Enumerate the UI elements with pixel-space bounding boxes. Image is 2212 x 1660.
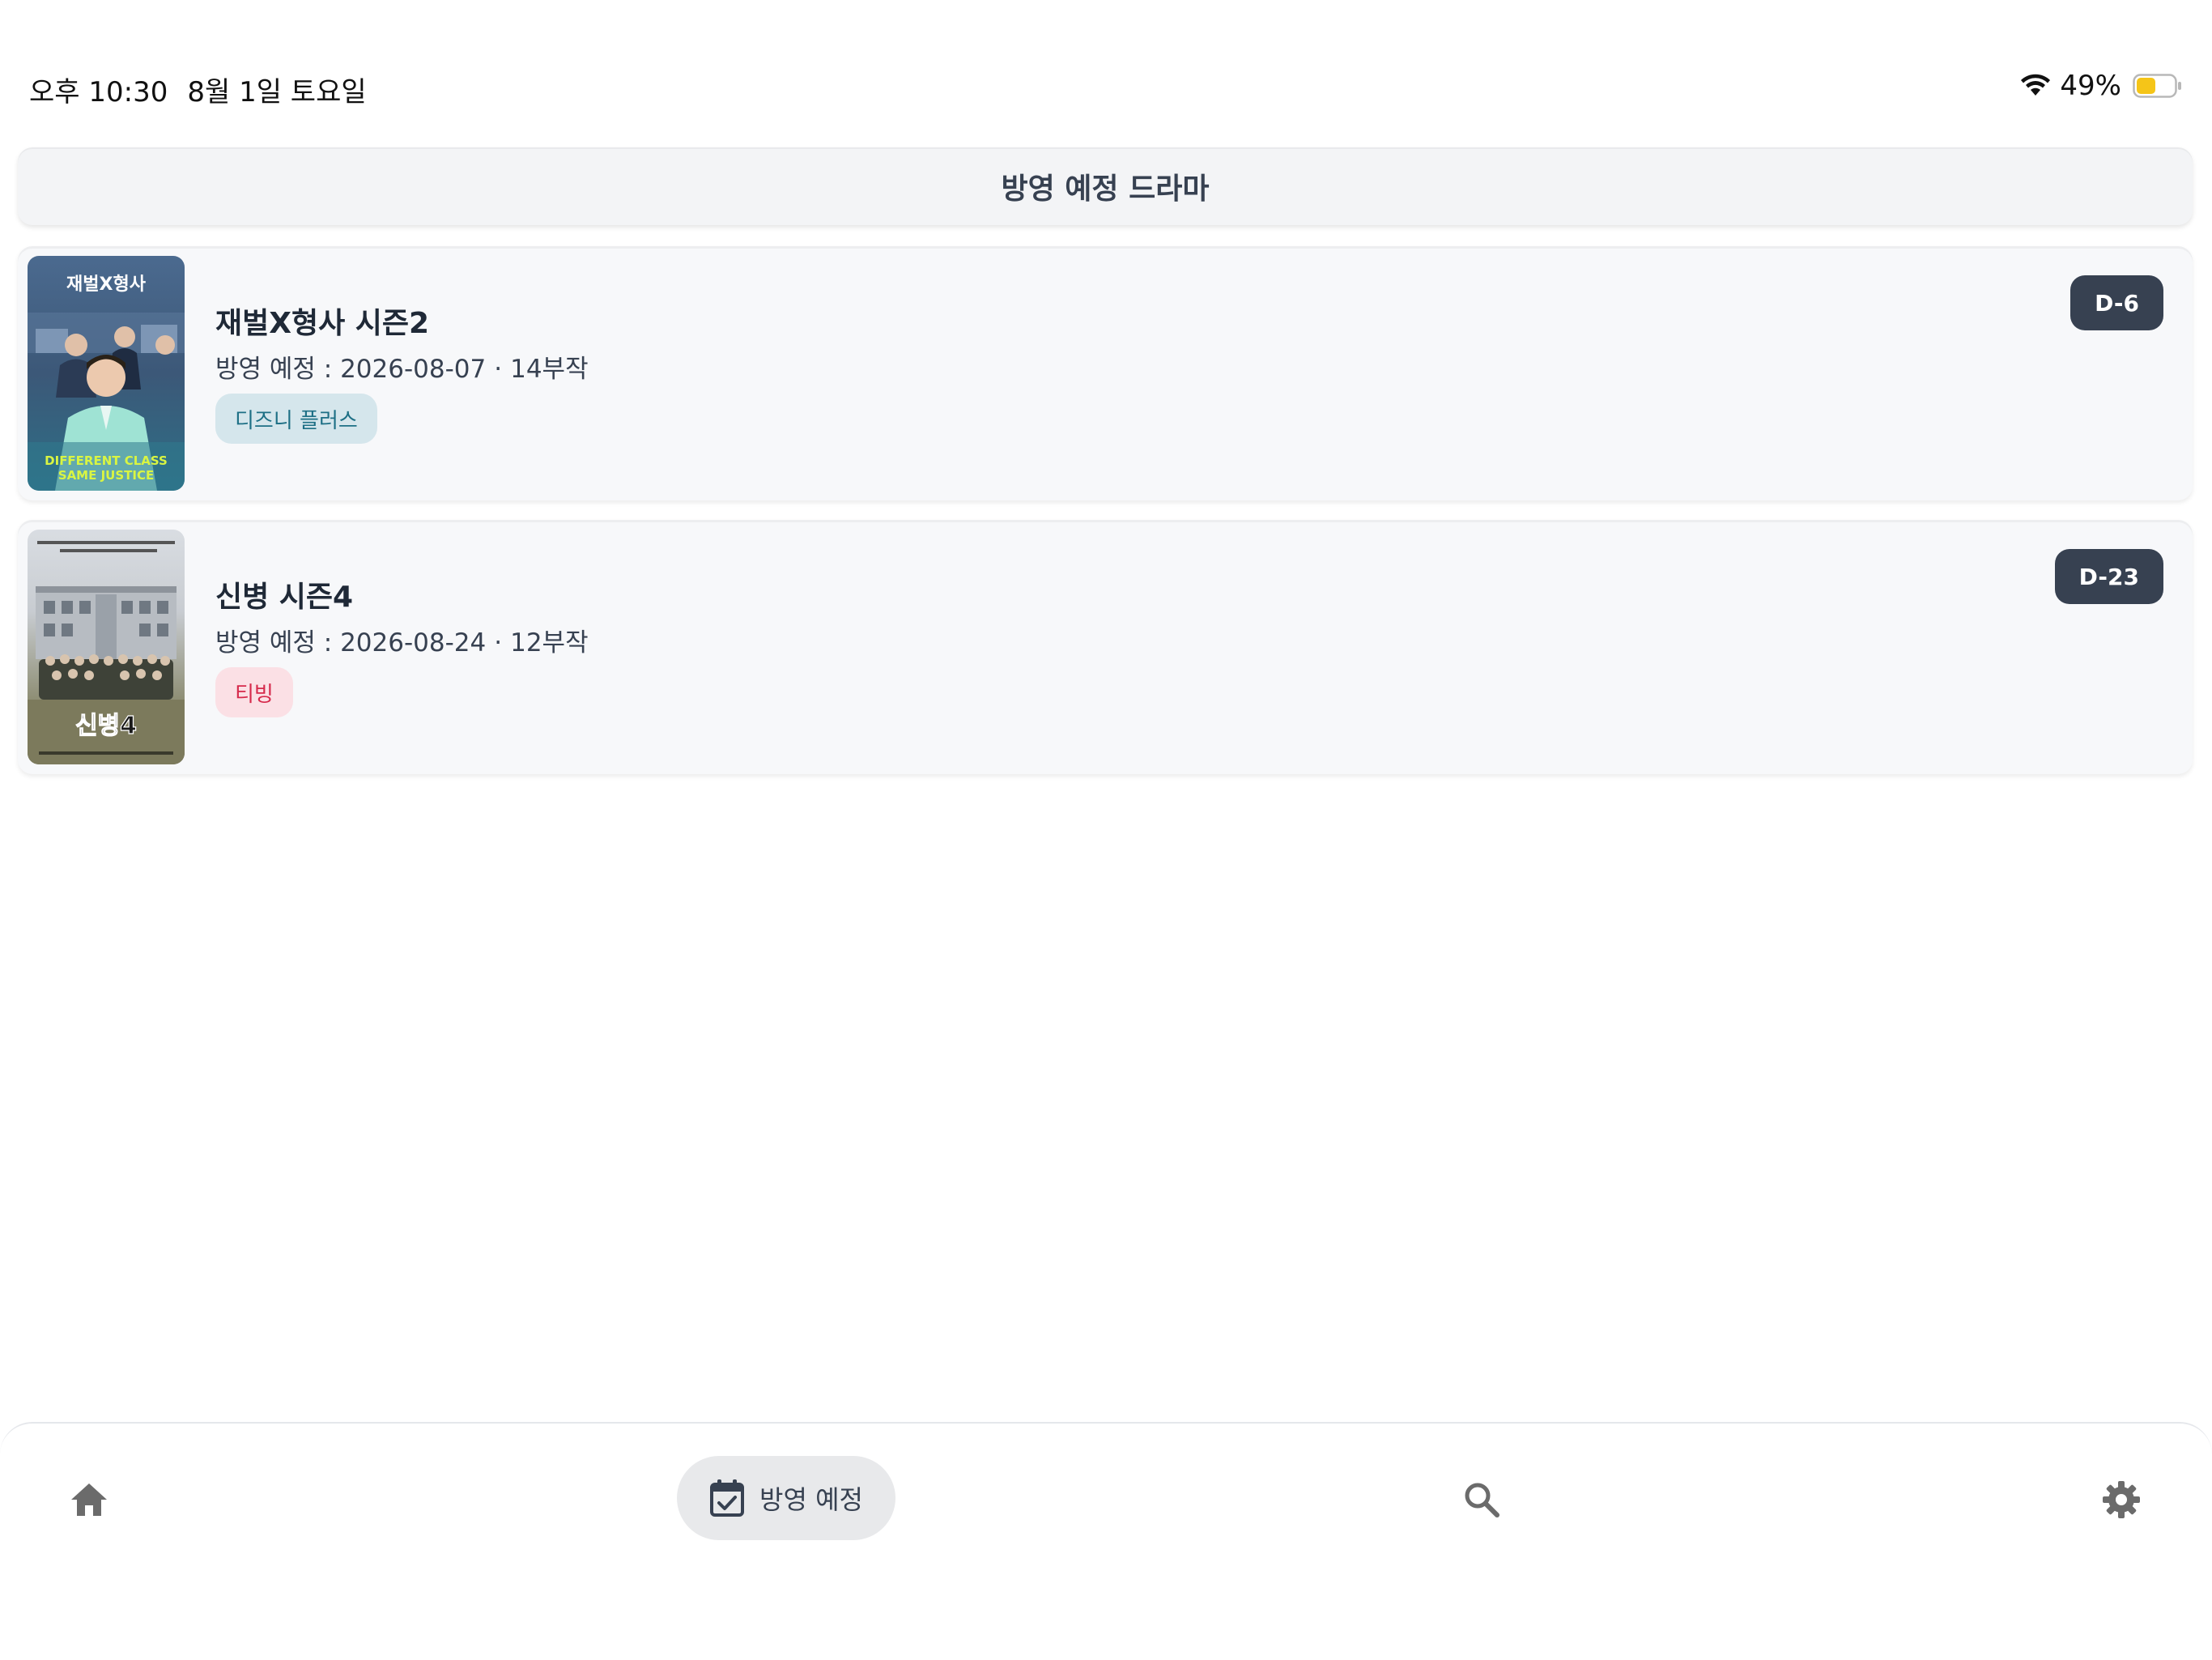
platform-chip: 디즈니 플러스 [215,394,377,444]
status-time: 오후 10:30 [29,76,168,109]
drama-poster: 재벌X형사 DIFFERENT CLASS SAME JUSTICE [28,256,185,491]
status-date: 8월 1일 토요일 [187,76,367,109]
status-indicators: 49% [2019,70,2183,102]
air-date: 방영 예정 : 2026-08-24 [215,628,487,658]
battery-icon [2133,74,2181,98]
status-bar: 오후 10:30 8월 1일 토요일 49% [0,0,2212,130]
nav-search-button[interactable] [1457,1475,1506,1524]
page-title: 방영 예정 드라마 [1001,172,1210,206]
episode-count: 14부작 [510,355,589,384]
platform-chip: 티빙 [215,667,293,717]
poster-title-text: 신병4 [75,712,137,740]
wifi-icon [2021,74,2051,96]
episode-count: 12부작 [510,628,589,658]
drama-poster: 신병4 [28,530,185,764]
poster-title-text: 재벌X형사 [66,275,147,295]
poster-tagline-2: SAME JUSTICE [58,468,154,483]
air-date: 방영 예정 : 2026-08-07 [215,355,487,384]
home-icon [71,1483,107,1516]
nav-settings-button[interactable] [2097,1475,2146,1524]
poster-tagline-1: DIFFERENT CLASS [45,453,168,468]
drama-title: 신병 시즌4 [215,581,354,614]
search-icon [1465,1483,1499,1517]
drama-title: 재벌X형사 시즌2 [215,307,430,340]
dday-badge: D-6 [2070,275,2163,330]
battery-percent: 49% [2060,70,2121,102]
info-separator: · [494,355,503,384]
drama-info: 방영 예정 : 2026-08-07 · 14부작 [215,348,589,385]
drama-info: 방영 예정 : 2026-08-24 · 12부작 [215,622,589,658]
poster-image: 재벌X형사 DIFFERENT CLASS SAME JUSTICE [28,256,185,491]
poster-image: 신병4 [28,530,185,764]
nav-upcoming-button[interactable]: 방영 예정 [677,1456,895,1540]
gear-icon [2103,1481,2140,1518]
calendar-check-icon [710,1479,745,1517]
dday-badge: D-23 [2054,549,2163,604]
status-time-date: 오후 10:30 8월 1일 토요일 [29,70,367,109]
bottom-nav: 방영 예정 [0,1422,2212,1660]
drama-card[interactable]: 재벌X형사 DIFFERENT CLASS SAME JUSTICE 재벌X형사… [18,246,2193,500]
info-separator: · [494,628,503,658]
drama-card[interactable]: 신병4 신병 시즌4 방영 예정 : 2026-08-24 · 12부작 티빙 D-… [18,520,2193,774]
page-header: 방영 예정 드라마 [18,147,2193,225]
nav-home-button[interactable] [65,1475,113,1524]
nav-upcoming-label: 방영 예정 [759,1484,863,1515]
